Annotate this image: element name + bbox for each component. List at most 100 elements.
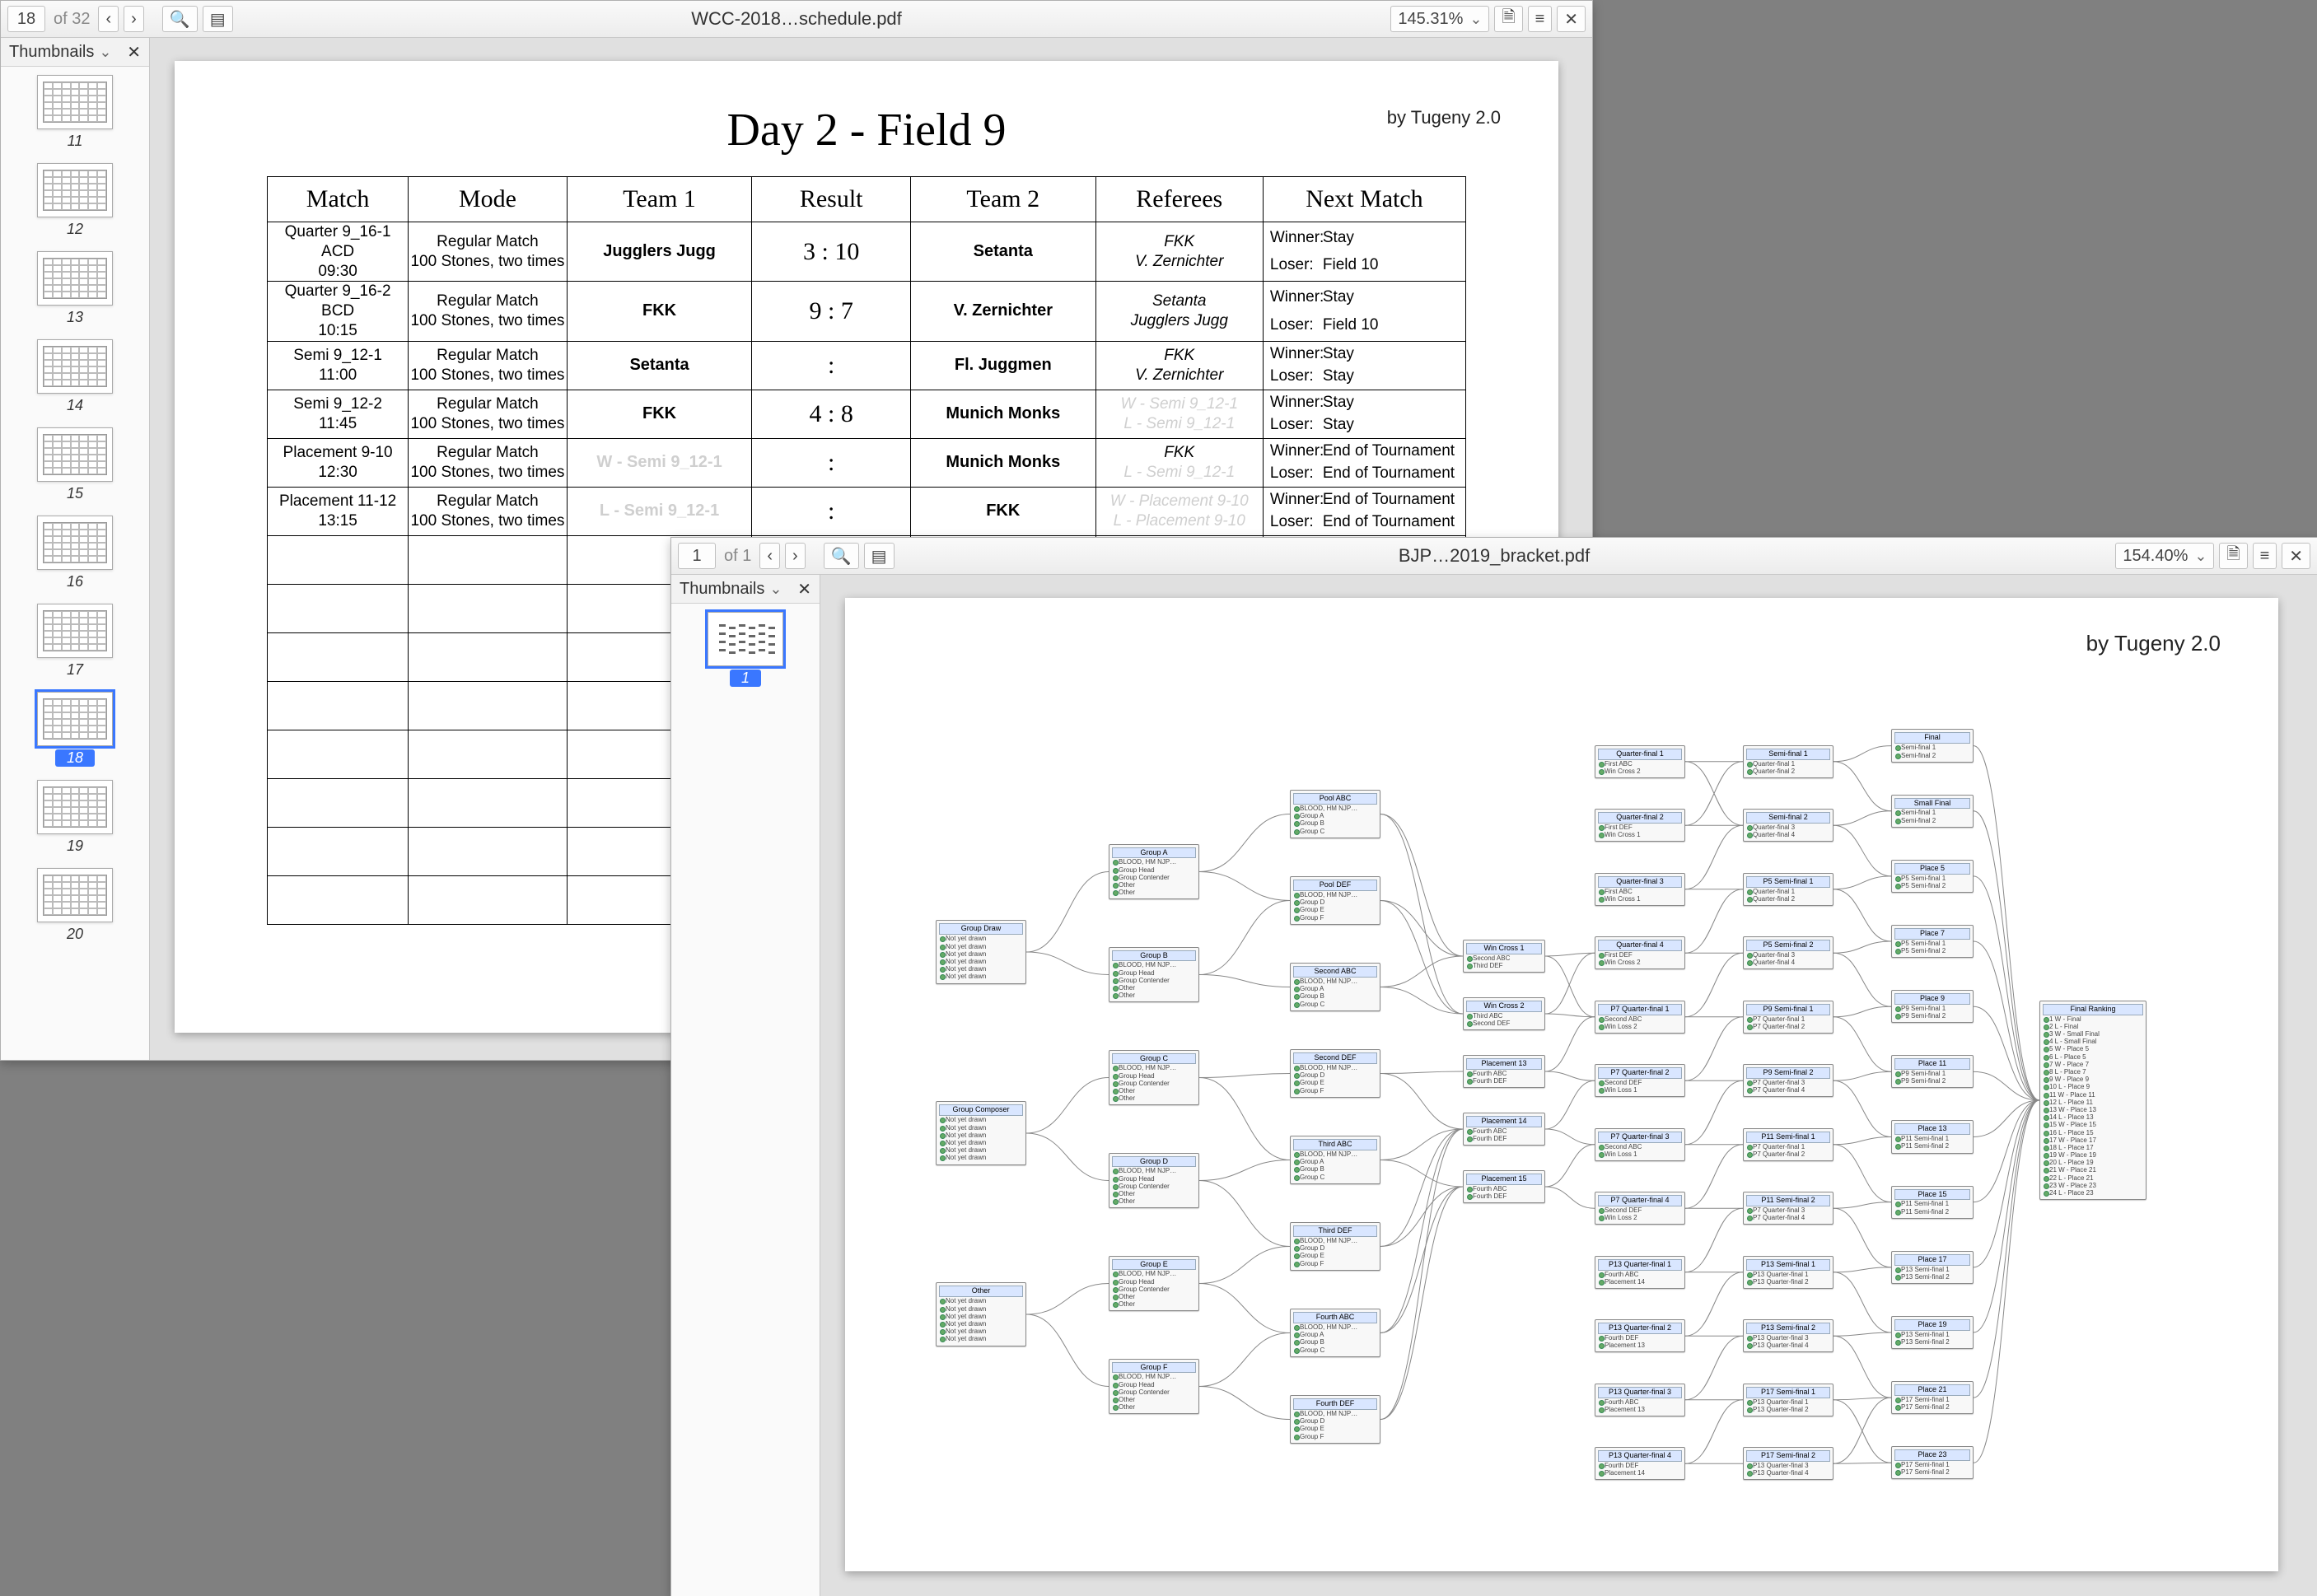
- bracket-node-line: Second DEF: [1466, 1020, 1542, 1027]
- bracket-node: P7 Quarter-final 1Second ABCWin Loss 2: [1595, 1001, 1685, 1034]
- thumbnail-page-20[interactable]: 20: [35, 868, 114, 943]
- bracket-node-line: Fourth ABC: [1466, 1185, 1542, 1192]
- bracket-node-line: Other: [1112, 889, 1196, 896]
- bracket-node-line: Win Cross 1: [1598, 895, 1682, 903]
- sidebar-toggle-button[interactable]: ▤: [864, 543, 895, 569]
- close-thumbnails-button[interactable]: ✕: [127, 42, 141, 63]
- bracket-node: Group DrawNot yet drawnNot yet drawnNot …: [936, 920, 1026, 983]
- menu-button[interactable]: ≡: [2253, 543, 2277, 569]
- bracket-node-title: Quarter-final 4: [1598, 940, 1682, 951]
- bracket-node-line: P5 Semi-final 1: [1894, 875, 1970, 882]
- bracket-node-title: Place 17: [1894, 1254, 1970, 1266]
- bracket-ranking-line: 10 L - Place 9: [2043, 1083, 2143, 1090]
- bracket-node-line: Quarter-final 1: [1746, 760, 1830, 768]
- bracket-node-line: P17 Semi-final 2: [1894, 1403, 1970, 1411]
- zoom-dropdown[interactable]: 145.31%: [1390, 6, 1489, 32]
- prev-page-button[interactable]: ‹: [759, 543, 780, 569]
- thumbnail-page-16[interactable]: 16: [35, 516, 114, 590]
- bracket-ranking-line: 12 L - Place 11: [2043, 1099, 2143, 1106]
- bracket-node-line: First ABC: [1598, 760, 1682, 768]
- bracket-node: Place 11P9 Semi-final 1P9 Semi-final 2: [1891, 1055, 1974, 1088]
- zoom-dropdown[interactable]: 154.40%: [2115, 543, 2214, 569]
- thumbnails-panel: Thumbnails ✕ 11121314151617181920: [1, 38, 150, 1060]
- search-button[interactable]: 🔍: [824, 543, 859, 569]
- chevron-down-icon[interactable]: [769, 580, 782, 599]
- thumbnail-page-19[interactable]: 19: [35, 780, 114, 855]
- next-page-button[interactable]: ›: [785, 543, 806, 569]
- thumbnail-page-14[interactable]: 14: [35, 339, 114, 414]
- page-view-button[interactable]: 🗎: [1494, 6, 1522, 32]
- bracket-node-line: Not yet drawn: [939, 1328, 1023, 1335]
- bracket-node-line: Other: [1112, 881, 1196, 889]
- thumbnail-page-18[interactable]: 18: [35, 692, 114, 767]
- table-row: Placement 9-1012:30Regular Match100 Ston…: [268, 438, 1466, 487]
- zoom-value: 145.31%: [1398, 10, 1463, 29]
- page-number-input[interactable]: 1: [678, 543, 716, 569]
- menu-button[interactable]: ≡: [1528, 6, 1553, 32]
- bracket-node: P7 Quarter-final 3Second ABCWin Loss 1: [1595, 1128, 1685, 1161]
- document-title: WCC-2018…schedule.pdf: [1, 8, 1592, 30]
- page-number-input[interactable]: 18: [7, 6, 45, 32]
- bracket-node-line: Group E: [1293, 1079, 1377, 1086]
- bracket-node-line: P7 Quarter-final 3: [1746, 1079, 1830, 1086]
- bracket-node-title: Placement 13: [1466, 1058, 1542, 1070]
- pdf-page: by Tugeny 2.0 Group DrawNot yet drawnNot…: [845, 598, 2278, 1571]
- bracket-node-line: First DEF: [1598, 951, 1682, 959]
- bracket-node-line: P9 Semi-final 1: [1894, 1070, 1970, 1077]
- thumbnail-page-11[interactable]: 11: [35, 75, 114, 150]
- bracket-node-line: Third DEF: [1466, 962, 1542, 969]
- close-button[interactable]: ✕: [2282, 543, 2310, 569]
- bracket-node-line: Group F: [1293, 914, 1377, 922]
- bracket-node-line: P13 Quarter-final 4: [1746, 1469, 1830, 1477]
- thumbnails-list[interactable]: 1: [671, 604, 820, 1596]
- page-area[interactable]: by Tugeny 2.0 Group DrawNot yet drawnNot…: [820, 575, 2317, 1596]
- bracket-column-2: Pool ABCBLOOD, HM NJP…Group AGroup BGrou…: [1290, 771, 1380, 1463]
- thumbnail-page-17[interactable]: 17: [35, 604, 114, 679]
- bracket-node-line: Group C: [1293, 1001, 1377, 1008]
- next-page-button[interactable]: ›: [124, 6, 144, 32]
- sidebar-toggle-button[interactable]: ▤: [203, 6, 233, 32]
- bracket-node-line: Group D: [1293, 1071, 1377, 1079]
- bracket-node-line: First DEF: [1598, 824, 1682, 831]
- bracket-node: P7 Quarter-final 2Second DEFWin Loss 1: [1595, 1064, 1685, 1097]
- bracket-node-line: Group Head: [1112, 1278, 1196, 1286]
- thumbnail-page-15[interactable]: 15: [35, 427, 114, 502]
- bracket-node-line: BLOOD, HM NJP…: [1293, 1237, 1377, 1244]
- bracket-node-line: Group E: [1293, 1425, 1377, 1432]
- bracket-column-6: FinalSemi-final 1Semi-final 2Small Final…: [1891, 713, 1974, 1496]
- thumbnail-label: 19: [67, 838, 83, 855]
- bracket-node-title: Placement 15: [1466, 1174, 1542, 1185]
- bracket-ranking-line: 9 W - Place 9: [2043, 1076, 2143, 1083]
- bracket-node: Placement 15Fourth ABCFourth DEF: [1463, 1170, 1545, 1203]
- bracket-node-title: P7 Quarter-final 2: [1598, 1067, 1682, 1079]
- bracket-node-title: P7 Quarter-final 4: [1598, 1195, 1682, 1206]
- bracket-node-line: Quarter-final 3: [1746, 824, 1830, 831]
- bracket-node: P9 Semi-final 1P7 Quarter-final 1P7 Quar…: [1743, 1001, 1834, 1034]
- bracket-node-title: Pool DEF: [1293, 880, 1377, 891]
- bracket-node: Semi-final 1Quarter-final 1Quarter-final…: [1743, 745, 1834, 778]
- thumbnails-list[interactable]: 11 12 13 14 15 16 17 18 19 20: [1, 67, 149, 1060]
- pdf-window-bracket: 1 of 1 ‹ › 🔍 ▤ BJP…2019_bracket.pdf 154.…: [670, 537, 2317, 1596]
- close-thumbnails-button[interactable]: ✕: [797, 579, 811, 600]
- bracket-node-title: Place 5: [1894, 863, 1970, 875]
- bracket-node-line: Group Head: [1112, 1175, 1196, 1183]
- bracket-node-title: P13 Quarter-final 1: [1598, 1259, 1682, 1271]
- bracket-node: P13 Quarter-final 1Fourth ABCPlacement 1…: [1595, 1256, 1685, 1289]
- bracket-node-line: Placement 13: [1598, 1342, 1682, 1349]
- bracket-node-line: BLOOD, HM NJP…: [1293, 1323, 1377, 1331]
- bracket-node-title: Place 21: [1894, 1384, 1970, 1396]
- bracket-node-line: Group C: [1293, 1174, 1377, 1181]
- bracket-node-title: Semi-final 1: [1746, 749, 1830, 760]
- bracket-node-line: Other: [1112, 984, 1196, 992]
- column-header: Next Match: [1263, 177, 1465, 222]
- thumbnail-page-12[interactable]: 12: [35, 163, 114, 238]
- page-view-button[interactable]: 🗎: [2219, 543, 2247, 569]
- bracket-node-line: Fourth DEF: [1466, 1077, 1542, 1085]
- thumbnail-page-13[interactable]: 13: [35, 251, 114, 326]
- search-button[interactable]: 🔍: [162, 6, 198, 32]
- prev-page-button[interactable]: ‹: [98, 6, 119, 32]
- close-button[interactable]: ✕: [1557, 6, 1586, 32]
- chevron-down-icon[interactable]: [99, 43, 111, 62]
- bracket-node: Third DEFBLOOD, HM NJP…Group DGroup EGro…: [1290, 1222, 1380, 1271]
- thumbnail-page-1[interactable]: 1: [706, 612, 785, 687]
